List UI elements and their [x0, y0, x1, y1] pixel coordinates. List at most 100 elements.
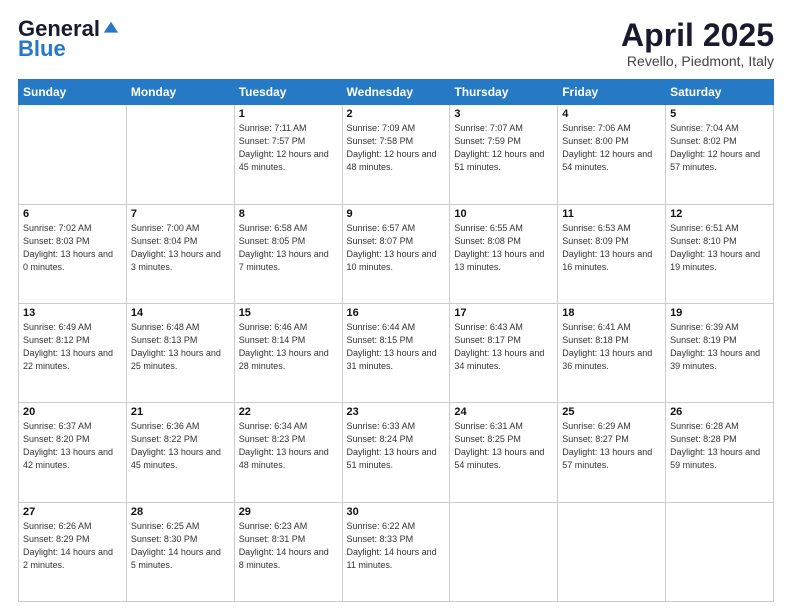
week-row-4: 20 Sunrise: 6:37 AMSunset: 8:20 PMDayligh… [19, 403, 774, 502]
calendar-cell: 1 Sunrise: 7:11 AMSunset: 7:57 PMDaylight… [234, 105, 342, 204]
day-number: 18 [562, 307, 661, 319]
day-number: 7 [131, 208, 230, 220]
calendar-cell: 22Sunrise: 6:34 AMSunset: 8:23 PMDayligh… [234, 403, 342, 502]
day-info: Sunrise: 6:22 AMSunset: 8:33 PMDaylight:… [347, 520, 446, 572]
header: General Blue April 2025 Revello, Piedmon… [18, 18, 774, 69]
day-number: 16 [347, 307, 446, 319]
calendar-cell: 16 Sunrise: 6:44 AMSunset: 8:15 PMDayligh… [342, 303, 450, 402]
day-info: Sunrise: 6:33 AMSunset: 8:24 PMDaylight:… [347, 420, 446, 472]
day-number: 17 [454, 307, 553, 319]
calendar-cell: 28 Sunrise: 6:25 AMSunset: 8:30 PMDayligh… [126, 502, 234, 601]
day-info: Sunrise: 7:04 AMSunset: 8:02 PMDaylight:… [670, 122, 769, 174]
day-number: 1 [239, 108, 338, 120]
day-info: Sunrise: 6:48 AMSunset: 8:13 PMDaylight:… [131, 321, 230, 373]
calendar-cell: 8 Sunrise: 6:58 AMSunset: 8:05 PMDaylight… [234, 204, 342, 303]
day-number: 28 [131, 506, 230, 518]
calendar-cell: 11 Sunrise: 6:53 AMSunset: 8:09 PMDayligh… [558, 204, 666, 303]
day-info: Sunrise: 6:23 AMSunset: 8:31 PMDaylight:… [239, 520, 338, 572]
calendar-cell: 30 Sunrise: 6:22 AMSunset: 8:33 PMDayligh… [342, 502, 450, 601]
calendar-cell: 21 Sunrise: 6:36 AMSunset: 8:22 PMDayligh… [126, 403, 234, 502]
calendar-cell: 17 Sunrise: 6:43 AMSunset: 8:17 PMDayligh… [450, 303, 558, 402]
day-info: Sunrise: 6:36 AMSunset: 8:22 PMDaylight:… [131, 420, 230, 472]
day-info: Sunrise: 7:00 AMSunset: 8:04 PMDaylight:… [131, 222, 230, 274]
day-info: Sunrise: 6:29 AMSunset: 8:27 PMDaylight:… [562, 420, 661, 472]
calendar-header-saturday: Saturday [666, 80, 774, 105]
day-number: 6 [23, 208, 122, 220]
title-block: April 2025 Revello, Piedmont, Italy [621, 18, 774, 69]
day-number: 10 [454, 208, 553, 220]
day-number: 14 [131, 307, 230, 319]
day-info: Sunrise: 6:57 AMSunset: 8:07 PMDaylight:… [347, 222, 446, 274]
calendar-cell: 7 Sunrise: 7:00 AMSunset: 8:04 PMDaylight… [126, 204, 234, 303]
week-row-5: 27Sunrise: 6:26 AMSunset: 8:29 PMDayligh… [19, 502, 774, 601]
calendar-cell: 12Sunrise: 6:51 AMSunset: 8:10 PMDayligh… [666, 204, 774, 303]
calendar-cell: 19 Sunrise: 6:39 AMSunset: 8:19 PMDayligh… [666, 303, 774, 402]
day-info: Sunrise: 7:09 AMSunset: 7:58 PMDaylight:… [347, 122, 446, 174]
day-info: Sunrise: 6:37 AMSunset: 8:20 PMDaylight:… [23, 420, 122, 472]
calendar-header-friday: Friday [558, 80, 666, 105]
calendar-cell: 15 Sunrise: 6:46 AMSunset: 8:14 PMDayligh… [234, 303, 342, 402]
day-number: 19 [670, 307, 769, 319]
day-info: Sunrise: 6:44 AMSunset: 8:15 PMDaylight:… [347, 321, 446, 373]
day-info: Sunrise: 6:31 AMSunset: 8:25 PMDaylight:… [454, 420, 553, 472]
day-info: Sunrise: 6:49 AMSunset: 8:12 PMDaylight:… [23, 321, 122, 373]
day-number: 23 [347, 406, 446, 418]
day-info: Sunrise: 6:46 AMSunset: 8:14 PMDaylight:… [239, 321, 338, 373]
day-number: 25 [562, 406, 661, 418]
calendar-cell: 29 Sunrise: 6:23 AMSunset: 8:31 PMDayligh… [234, 502, 342, 601]
logo-icon [102, 20, 120, 38]
calendar-cell: 25 Sunrise: 6:29 AMSunset: 8:27 PMDayligh… [558, 403, 666, 502]
calendar-cell: 6 Sunrise: 7:02 AMSunset: 8:03 PMDaylight… [19, 204, 127, 303]
calendar-cell [19, 105, 127, 204]
day-info: Sunrise: 6:58 AMSunset: 8:05 PMDaylight:… [239, 222, 338, 274]
day-number: 15 [239, 307, 338, 319]
day-info: Sunrise: 6:39 AMSunset: 8:19 PMDaylight:… [670, 321, 769, 373]
calendar-header-monday: Monday [126, 80, 234, 105]
calendar-cell: 3Sunrise: 7:07 AMSunset: 7:59 PMDaylight… [450, 105, 558, 204]
day-info: Sunrise: 7:11 AMSunset: 7:57 PMDaylight:… [239, 122, 338, 174]
calendar-cell: 24Sunrise: 6:31 AMSunset: 8:25 PMDayligh… [450, 403, 558, 502]
calendar-cell: 20 Sunrise: 6:37 AMSunset: 8:20 PMDayligh… [19, 403, 127, 502]
calendar-cell: 2Sunrise: 7:09 AMSunset: 7:58 PMDaylight… [342, 105, 450, 204]
calendar-header-wednesday: Wednesday [342, 80, 450, 105]
day-number: 4 [562, 108, 661, 120]
day-number: 30 [347, 506, 446, 518]
calendar-table: SundayMondayTuesdayWednesdayThursdayFrid… [18, 79, 774, 602]
page: General Blue April 2025 Revello, Piedmon… [0, 0, 792, 612]
calendar-cell: 10 Sunrise: 6:55 AMSunset: 8:08 PMDayligh… [450, 204, 558, 303]
day-number: 29 [239, 506, 338, 518]
day-number: 11 [562, 208, 661, 220]
day-number: 3 [454, 108, 553, 120]
day-info: Sunrise: 6:34 AMSunset: 8:23 PMDaylight:… [239, 420, 338, 472]
logo: General Blue [18, 18, 120, 60]
day-number: 8 [239, 208, 338, 220]
day-info: Sunrise: 6:53 AMSunset: 8:09 PMDaylight:… [562, 222, 661, 274]
calendar-header-thursday: Thursday [450, 80, 558, 105]
day-info: Sunrise: 6:55 AMSunset: 8:08 PMDaylight:… [454, 222, 553, 274]
day-info: Sunrise: 7:02 AMSunset: 8:03 PMDaylight:… [23, 222, 122, 274]
calendar-cell: 27Sunrise: 6:26 AMSunset: 8:29 PMDayligh… [19, 502, 127, 601]
day-info: Sunrise: 6:25 AMSunset: 8:30 PMDaylight:… [131, 520, 230, 572]
calendar-cell: 23 Sunrise: 6:33 AMSunset: 8:24 PMDayligh… [342, 403, 450, 502]
day-info: Sunrise: 6:51 AMSunset: 8:10 PMDaylight:… [670, 222, 769, 274]
day-info: Sunrise: 6:41 AMSunset: 8:18 PMDaylight:… [562, 321, 661, 373]
day-number: 21 [131, 406, 230, 418]
main-title: April 2025 [621, 18, 774, 53]
day-number: 5 [670, 108, 769, 120]
calendar-header-row: SundayMondayTuesdayWednesdayThursdayFrid… [19, 80, 774, 105]
calendar-cell: 9 Sunrise: 6:57 AMSunset: 8:07 PMDaylight… [342, 204, 450, 303]
week-row-3: 13 Sunrise: 6:49 AMSunset: 8:12 PMDayligh… [19, 303, 774, 402]
week-row-2: 6 Sunrise: 7:02 AMSunset: 8:03 PMDaylight… [19, 204, 774, 303]
subtitle: Revello, Piedmont, Italy [621, 53, 774, 69]
calendar-cell: 13 Sunrise: 6:49 AMSunset: 8:12 PMDayligh… [19, 303, 127, 402]
calendar-header-sunday: Sunday [19, 80, 127, 105]
day-info: Sunrise: 6:43 AMSunset: 8:17 PMDaylight:… [454, 321, 553, 373]
day-number: 9 [347, 208, 446, 220]
calendar-cell [450, 502, 558, 601]
day-number: 20 [23, 406, 122, 418]
calendar-cell: 14 Sunrise: 6:48 AMSunset: 8:13 PMDayligh… [126, 303, 234, 402]
calendar-cell [126, 105, 234, 204]
day-number: 13 [23, 307, 122, 319]
day-number: 27 [23, 506, 122, 518]
calendar-cell [666, 502, 774, 601]
